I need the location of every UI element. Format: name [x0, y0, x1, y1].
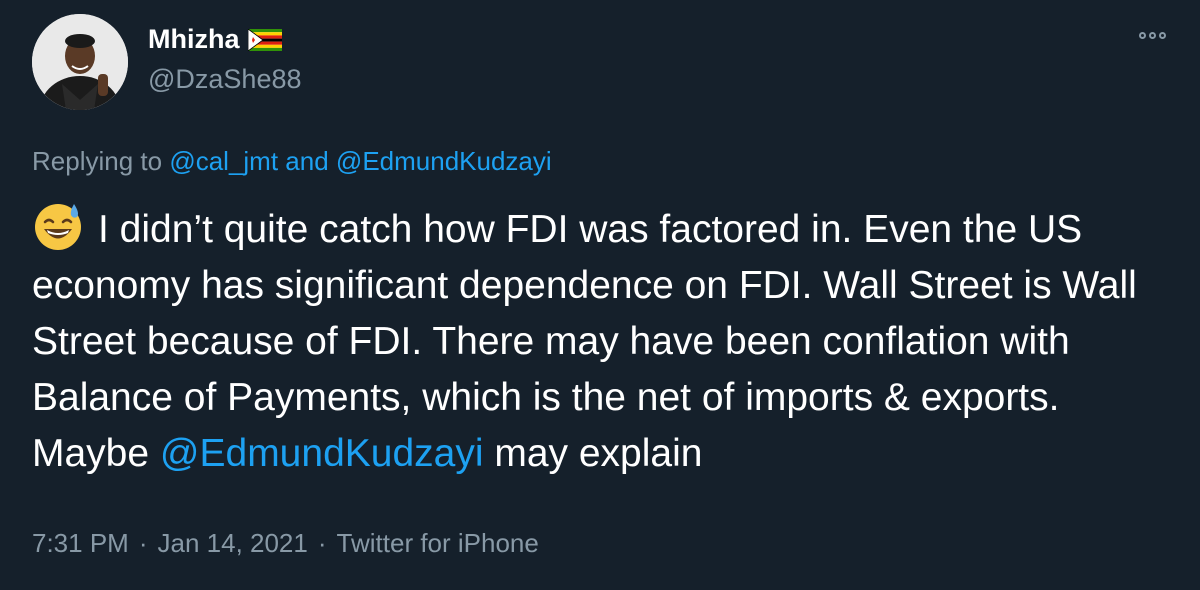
tweet-source[interactable]: Twitter for iPhone — [337, 528, 539, 558]
meta-separator: · — [138, 528, 148, 558]
replying-joiner[interactable]: and — [285, 146, 328, 176]
mention-link-cal-jmt[interactable]: @cal_jmt — [169, 146, 278, 176]
tweet-mention-link[interactable]: @EdmundKudzayi — [160, 432, 484, 475]
display-name[interactable]: Mhizha — [148, 24, 240, 55]
zimbabwe-flag-icon — [247, 27, 282, 52]
tweet-text-end: may explain — [494, 432, 703, 475]
replying-to-line: Replying to @cal_jmt and @EdmundKudzayi — [32, 146, 552, 177]
name-row: Mhizha — [148, 24, 282, 55]
more-options-icon[interactable] — [1139, 32, 1166, 39]
meta-separator-2: · — [317, 528, 327, 558]
tweet-text: I didn’t quite catch how FDI was factore… — [32, 200, 1182, 482]
tweet-meta: 7:31 PM · Jan 14, 2021 · Twitter for iPhone — [32, 528, 539, 559]
tweet-card: Mhizha @DzaShe88 Replying to @cal_jmt an… — [0, 0, 1200, 590]
avatar-photo — [32, 14, 128, 110]
user-handle[interactable]: @DzaShe88 — [148, 64, 302, 95]
tweet-date[interactable]: Jan 14, 2021 — [158, 528, 308, 558]
sweat-smile-emoji-icon — [32, 200, 84, 252]
replying-to-label: Replying to — [32, 146, 163, 176]
avatar[interactable] — [32, 14, 128, 110]
tweet-time[interactable]: 7:31 PM — [32, 528, 129, 558]
mention-link-edmundkudzayi[interactable]: @EdmundKudzayi — [336, 146, 552, 176]
